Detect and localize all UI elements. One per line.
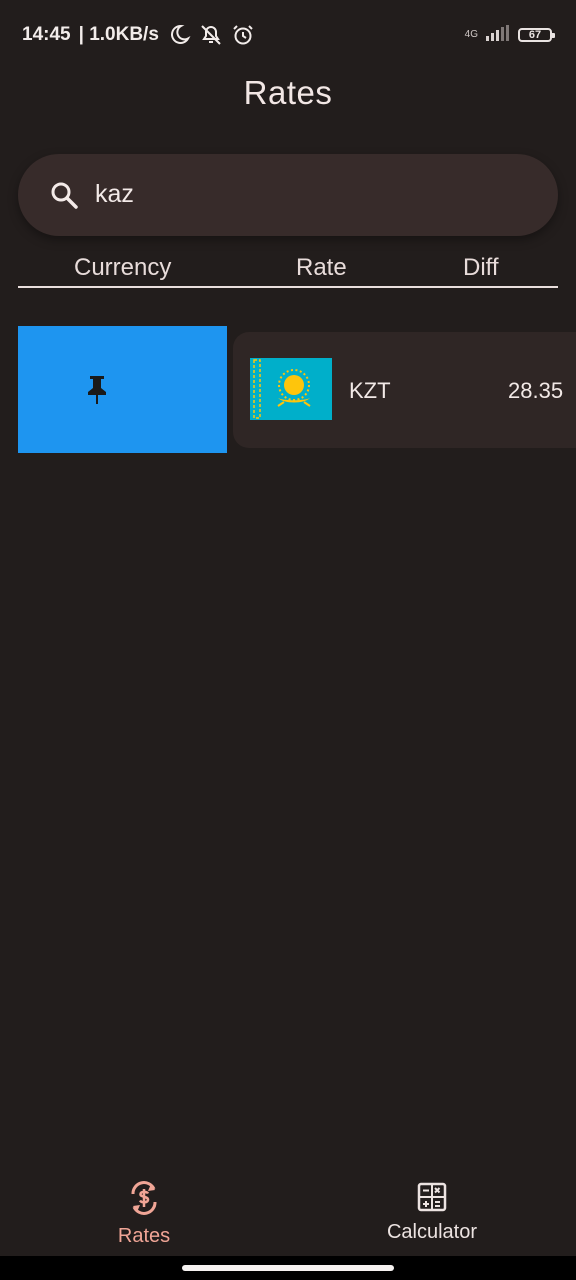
nav-label-calculator: Calculator — [386, 1221, 478, 1243]
nav-label-rates: Rates — [117, 1225, 171, 1247]
network-type: 4G — [464, 29, 478, 40]
alarm-icon — [231, 23, 255, 47]
signal-icon — [486, 24, 510, 46]
search-bar[interactable] — [18, 154, 558, 236]
column-header-diff[interactable]: Diff — [463, 254, 499, 282]
header-divider — [18, 286, 558, 288]
pin-icon — [84, 374, 110, 406]
pin-action-button[interactable] — [18, 326, 227, 453]
status-speed: | 1.0KB/s — [78, 24, 159, 45]
home-indicator[interactable] — [182, 1265, 394, 1271]
search-input[interactable] — [95, 180, 515, 209]
nav-item-rates[interactable]: Rates — [88, 1180, 200, 1250]
calculator-icon — [372, 1182, 492, 1217]
vibrate-off-icon — [199, 23, 223, 47]
search-icon — [50, 181, 78, 209]
page-title: Rates — [243, 74, 333, 111]
column-header-rate[interactable]: Rate — [296, 254, 347, 282]
bottom-navigation: Rates Calculator — [0, 1160, 576, 1256]
currency-row[interactable]: KZT 28.35 — [233, 332, 576, 448]
moon-icon — [167, 23, 191, 47]
nav-item-calculator[interactable]: Calculator — [372, 1182, 492, 1252]
currency-code: KZT — [349, 378, 391, 403]
currency-exchange-icon — [88, 1180, 200, 1221]
status-time: 14:45 — [22, 24, 71, 45]
status-left: 14:45 | 1.0KB/s — [22, 22, 255, 48]
battery-icon: 67 — [518, 28, 555, 42]
currency-rate: 28.35 — [508, 378, 564, 403]
column-header-currency[interactable]: Currency — [74, 254, 171, 282]
status-right: 4G 67 — [464, 22, 555, 48]
status-bar: 14:45 | 1.0KB/s 4G 67 — [0, 0, 576, 70]
kazakhstan-flag-icon — [250, 358, 332, 420]
